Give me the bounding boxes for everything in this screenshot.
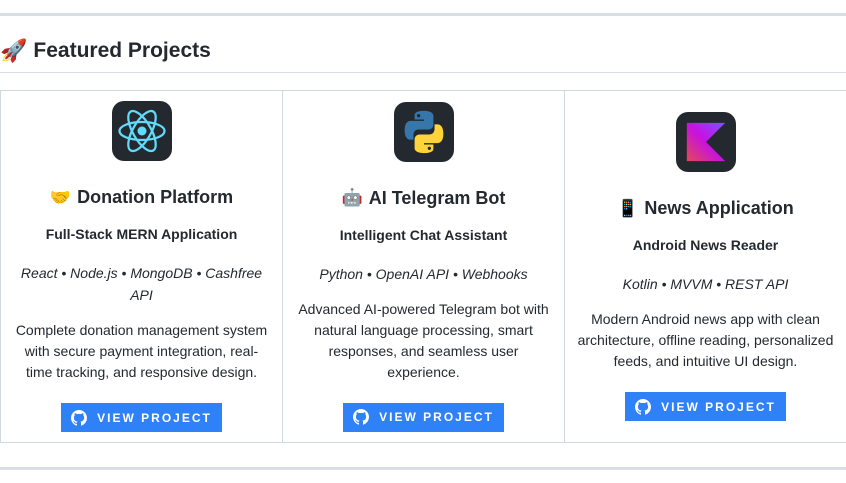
view-project-button[interactable]: VIEW PROJECT [343,402,504,432]
project-description: Complete donation management system with… [15,322,268,380]
project-tech-stack: Kotlin • MVVM • REST API [622,276,789,292]
project-title-text: AI Telegram Bot [368,187,506,208]
project-title-text: Donation Platform [77,187,234,207]
robot-icon: 🤖 [341,188,363,208]
view-project-button[interactable]: VIEW PROJECT [625,392,786,421]
project-description: Advanced AI-powered Telegram bot with na… [298,300,549,380]
view-project-button[interactable]: VIEW PROJECT [61,403,222,432]
project-subtitle: Android News Reader [632,237,779,253]
bottom-divider [0,467,846,470]
projects-table: 🤝 Donation Platform Full-Stack MERN Appl… [0,90,846,443]
project-title: 🤖 AI Telegram Bot [295,188,552,209]
heading-underline [0,72,846,73]
project-description: Modern Android news app with clean archi… [577,311,834,369]
project-card-telegram-bot: 🤖 AI Telegram Bot Intelligent Chat Assis… [282,90,565,443]
github-icon [635,398,652,415]
section-title: Featured Projects [33,39,211,62]
section-heading: 🚀 Featured Projects [0,36,211,66]
project-subtitle: Full-Stack MERN Application [45,226,238,242]
project-title: 📱 News Application [577,198,834,219]
button-label: VIEW PROJECT [661,399,776,414]
project-tech-stack: Python • OpenAI API • Webhooks [319,265,528,282]
button-label: VIEW PROJECT [379,410,494,424]
rocket-icon: 🚀 [0,38,28,64]
github-icon [71,409,88,426]
python-icon[interactable] [393,101,454,162]
kotlin-icon[interactable] [675,112,736,172]
top-divider [0,13,846,16]
react-icon[interactable] [111,101,172,161]
github-icon [353,409,370,425]
handshake-icon: 🤝 [49,187,72,208]
project-subtitle: Intelligent Chat Assistant [339,226,508,243]
project-title-text: News Application [644,198,794,218]
project-title: 🤝 Donation Platform [13,187,270,208]
project-card-news-app: 📱 News Application Android News Reader K… [564,90,846,443]
mobile-phone-icon: 📱 [617,198,639,219]
project-tech-stack: React • Node.js • MongoDB • Cashfree API [20,265,263,303]
button-label: VIEW PROJECT [97,410,212,425]
project-card-donation: 🤝 Donation Platform Full-Stack MERN Appl… [0,90,283,443]
